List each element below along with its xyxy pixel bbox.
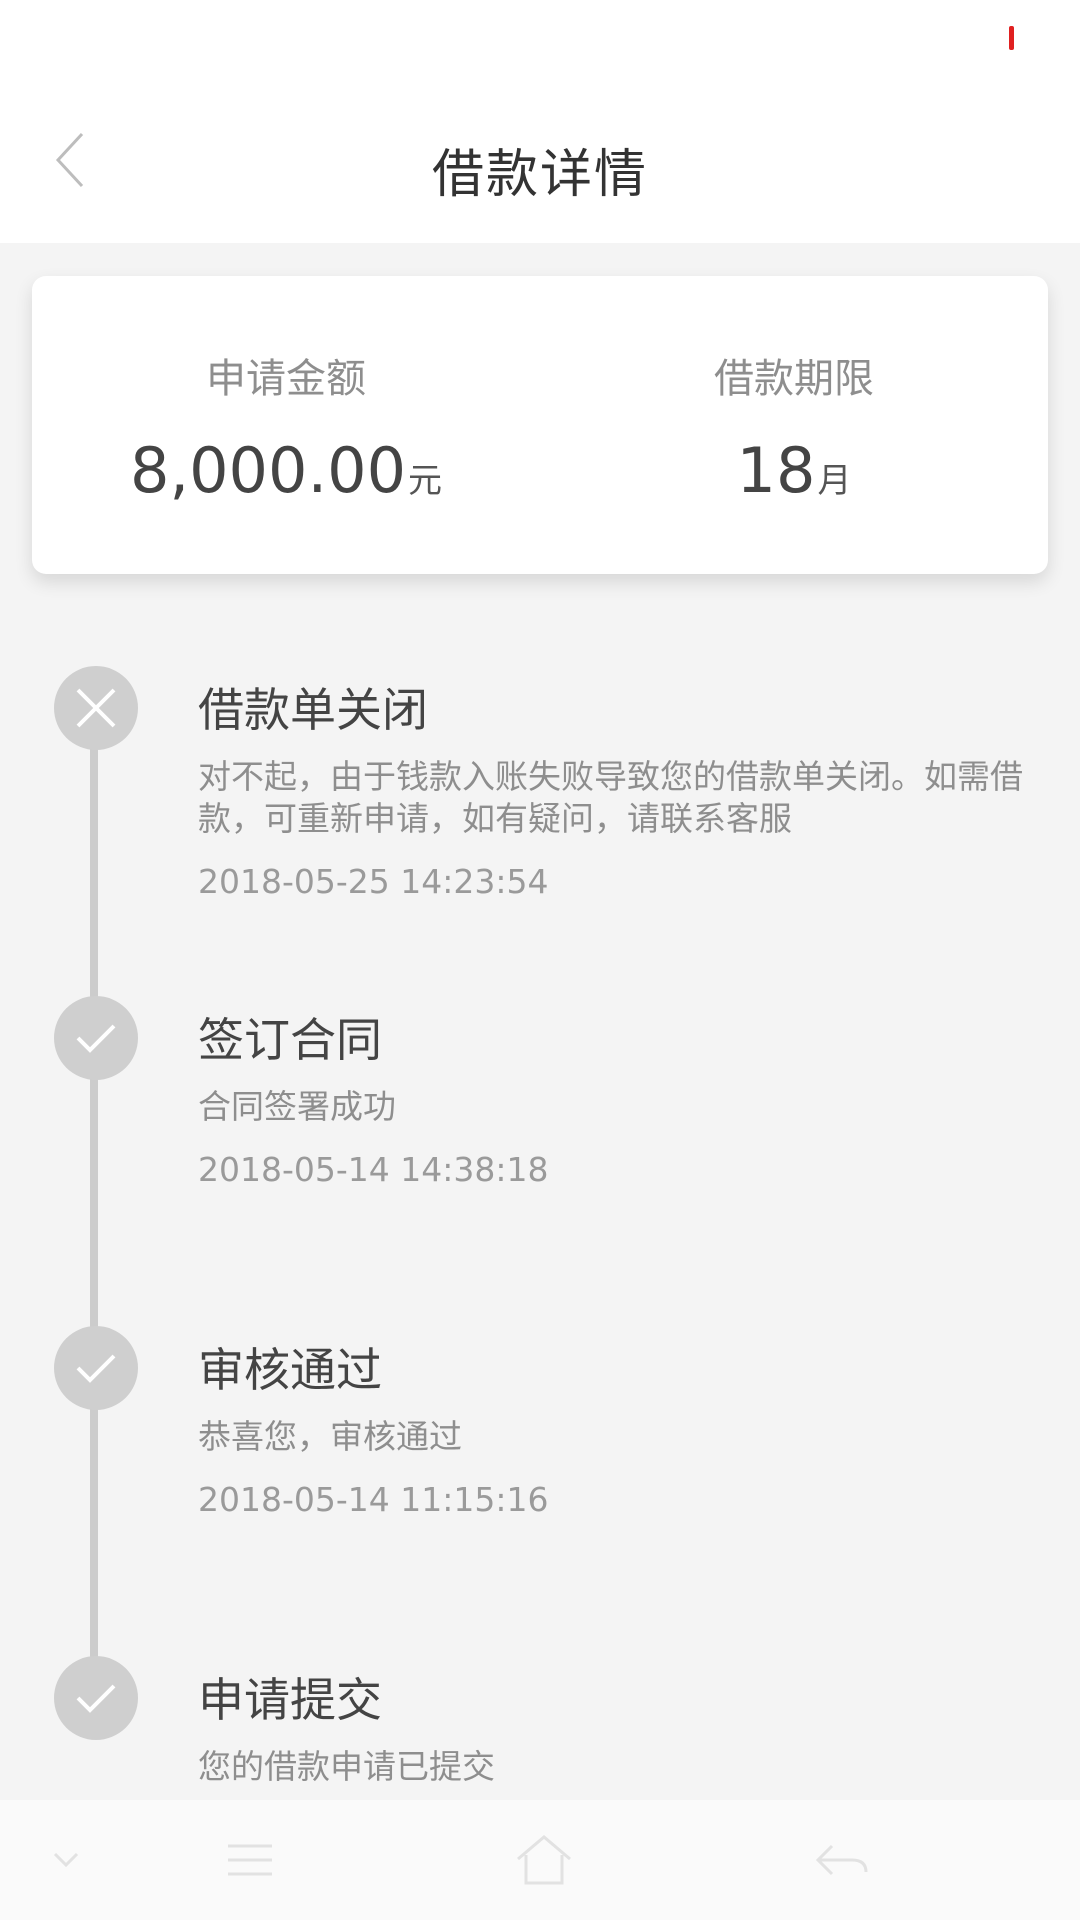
timeline-node — [54, 666, 138, 750]
bottom-nav — [0, 1800, 1080, 1920]
timeline-node — [54, 1656, 138, 1740]
term-number: 18 — [736, 434, 816, 507]
nav-back-button[interactable] — [792, 1818, 892, 1902]
header: 借款详情 — [0, 80, 1080, 243]
amount-label: 申请金额 — [206, 356, 366, 402]
item-desc: 您的借款申请已提交 — [198, 1747, 495, 1786]
term-value: 18月 — [540, 434, 1048, 507]
nav-home-button[interactable] — [494, 1818, 594, 1902]
check-icon — [76, 1354, 116, 1383]
nav-menu-button[interactable] — [200, 1818, 300, 1902]
summary-card: 申请金额 8,000.00元 借款期限 18月 — [32, 276, 1048, 574]
item-time: 2018-05-14 14:38:18 — [198, 1150, 549, 1189]
item-time: 2018-05-14 11:15:16 — [198, 1480, 549, 1519]
item-desc: 恭喜您，审核通过 — [198, 1417, 462, 1456]
status-bar — [0, 0, 1080, 80]
check-icon — [76, 1024, 116, 1053]
chevron-down-icon — [53, 1852, 79, 1868]
menu-icon — [228, 1844, 272, 1876]
amount-unit: 元 — [408, 461, 443, 501]
item-title: 签订合同 — [198, 1013, 382, 1067]
item-title: 审核通过 — [198, 1343, 382, 1397]
item-desc: 合同签署成功 — [198, 1087, 396, 1126]
item-title: 借款单关闭 — [198, 683, 428, 737]
check-icon — [76, 1684, 116, 1713]
amount-number: 8,000.00 — [129, 434, 407, 507]
timeline-line — [90, 710, 98, 1710]
back-arrow-icon — [815, 1844, 868, 1876]
item-desc: 对不起，由于钱款入账失败导致您的借款单关闭。如需借款，可重新申请，如有疑问，请联… — [198, 757, 1023, 838]
timeline-node — [54, 1326, 138, 1410]
item-title: 申请提交 — [198, 1673, 382, 1727]
term-block: 借款期限 18月 — [540, 276, 1048, 574]
status-indicator — [1009, 26, 1014, 50]
term-unit: 月 — [817, 461, 852, 501]
amount-value: 8,000.00元 — [32, 434, 540, 507]
close-icon — [76, 688, 116, 728]
term-label: 借款期限 — [714, 356, 874, 402]
amount-block: 申请金额 8,000.00元 — [32, 276, 540, 574]
home-icon — [517, 1835, 571, 1885]
timeline: 借款单关闭 对不起，由于钱款入账失败导致您的借款单关闭。如需借款，可重新申请，如… — [0, 600, 1080, 1800]
timeline-node — [54, 996, 138, 1080]
page-title: 借款详情 — [431, 145, 648, 205]
nav-hide-button[interactable] — [16, 1818, 116, 1902]
item-time: 2018-05-25 14:23:54 — [198, 862, 549, 901]
